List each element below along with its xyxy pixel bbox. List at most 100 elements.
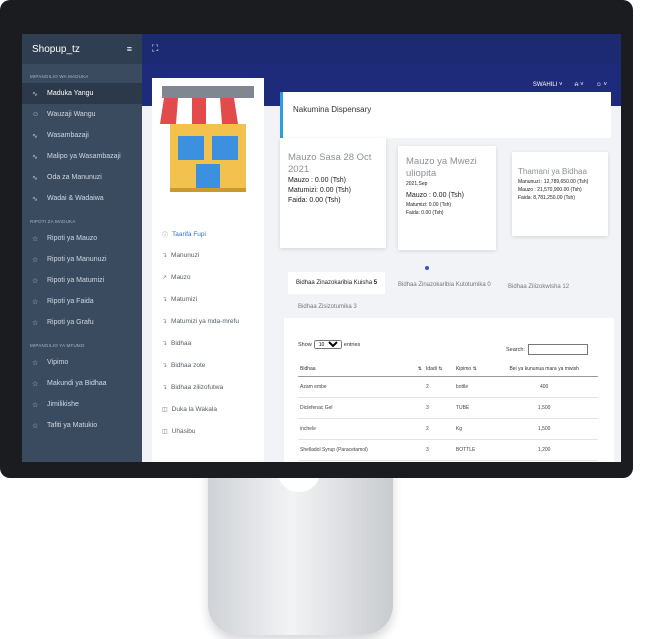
menu-label: Bidhaa zote	[171, 362, 206, 369]
entries-label: entries	[343, 341, 361, 348]
menu-mauzo[interactable]: ↗ Mauzo	[162, 274, 191, 281]
sidebar-item-label: Malipo ya Wasambazaji	[47, 153, 121, 160]
user-icon: ☺	[595, 82, 602, 88]
sidebar-item-makundi[interactable]: ☆ Makundi ya Bidhaa	[22, 373, 142, 394]
sidebar-item-label: Makundi ya Bidhaa	[47, 380, 107, 387]
shop-menu-panel: ⓘ Taarifa Fupi ↴ Manunuzi ↗ Mauzo ↴ Matumizi…	[152, 78, 264, 462]
sidebar-item-label: Ripoti ya Matumizi	[47, 277, 105, 284]
tab-karibia-kuisha[interactable]: Bidhaa Zinazokaribia Kuisha 5	[288, 272, 386, 294]
table-header-row: Bidhaa ⇅ Idadi ⇅ Kipimo ⇅ Bei ya kununua…	[298, 362, 598, 377]
star-icon: ☆	[32, 256, 39, 264]
carousel-indicator[interactable]	[425, 266, 429, 270]
sidebar-item-label: Ripoti ya Mauzo	[47, 235, 98, 242]
sidebar-item-malipo[interactable]: ∿ Malipo ya Wasambazaji	[22, 146, 142, 167]
tab-label: Bidhaa Zinazokaribia Kutotumika	[398, 282, 486, 288]
table-row[interactable]: inchele 2 Kg 1,500	[298, 418, 598, 440]
column-label: Bidhaa	[300, 366, 316, 372]
table-row[interactable]: Azam embe 2 bottle 400	[298, 376, 598, 398]
column-label: Bei ya kununua mara ya mwish	[509, 366, 579, 372]
menu-matumizi[interactable]: ↴ Matumizi	[162, 296, 197, 303]
tab-zisizotumika[interactable]: Bidhaa Zisizotumika 3	[298, 304, 357, 310]
brand-name: Shopup_tz	[32, 43, 80, 55]
sidebar-item-maduka-yangu[interactable]: ∿ Maduka Yangu	[22, 83, 142, 104]
cell-price: 1,200	[490, 439, 598, 461]
sidebar-item-vipimo[interactable]: ☆ Vipimo	[22, 352, 142, 373]
sidebar-item-ripoti-faida[interactable]: ☆ Ripoti ya Faida	[22, 291, 142, 312]
notification-dropdown[interactable]: ⍾ ˅	[575, 82, 584, 89]
tab-label: Bidhaa Zinazokaribia Kuisha	[296, 280, 373, 286]
entries-select[interactable]: 10	[313, 340, 342, 349]
card-stock-value: Thamani ya Bidhaa Manunuzi : 12,789,650.…	[512, 152, 608, 236]
users-icon: ☺	[32, 111, 40, 118]
screen: Shopup_tz ≡ MIPANGILIO WA MADUKA ∿ Maduka…	[22, 34, 621, 462]
sidebar-item-ripoti-manunuzi[interactable]: ☆ Ripoti ya Manunuzi	[22, 249, 142, 270]
card-title: Mauzo ya Mwezi uliopita	[406, 156, 477, 179]
sidebar-item-label: Jimilikishe	[47, 401, 79, 408]
sidebar-item-label: Wasambazaji	[47, 132, 89, 139]
language-label: SWAHILI	[532, 82, 558, 88]
cell-product: Azam embe	[298, 376, 424, 398]
cell-price: 1,500	[490, 418, 598, 440]
column-header[interactable]: Bei ya kununua mara ya mwish	[490, 362, 598, 377]
menu-matumizi-mrefu[interactable]: ↴ Matumizi ya mda-mrefu	[162, 318, 239, 325]
cell-product: inchele	[298, 418, 424, 440]
star-icon: ☆	[32, 359, 39, 367]
star-icon: ☆	[32, 380, 39, 388]
menu-manunuzi[interactable]: ↴ Manunuzi	[162, 252, 199, 259]
sidebar-section-title: MIPANGILIO YA MFUMO	[30, 343, 85, 348]
arrow-icon: ↴	[162, 319, 168, 325]
tab-kutotumika[interactable]: Bidhaa Zinazokaribia Kutotumika 0	[398, 282, 491, 288]
card-sales: Mauzo : 0.00 (Tsh)	[288, 177, 346, 184]
sidebar-item-ripoti-mauzo[interactable]: ☆ Ripoti ya Mauzo	[22, 228, 142, 249]
menu-uhasibu[interactable]: ◫ Uhasibu	[162, 428, 196, 435]
sidebar-item-ripoti-grafu[interactable]: ☆ Ripoti ya Grafu	[22, 312, 142, 333]
menu-bidhaa-zilizofutwa[interactable]: ↴ Bidhaa zilizofutwa	[162, 384, 223, 391]
sidebar-item-tafiti[interactable]: ☆ Tafiti ya Matukio	[22, 415, 142, 436]
arrow-icon: ↗	[162, 275, 168, 281]
sidebar-item-wauzaji[interactable]: ☺ Wauzaji Wangu	[22, 104, 142, 125]
arrow-icon: ↴	[162, 341, 168, 347]
menu-label: Duka la Wakala	[171, 406, 217, 413]
sidebar-item-jimilikishe[interactable]: ☆ Jimilikishe	[22, 394, 142, 415]
cell-unit: bottle	[453, 376, 491, 398]
info-icon: ⓘ	[162, 233, 169, 239]
shop-illustration	[160, 86, 256, 192]
tab-zilizokwisha[interactable]: Bidhaa Zilizokwisha 12	[508, 284, 569, 290]
activity-icon: ∿	[32, 174, 38, 182]
top-bar: ⛶	[142, 34, 621, 64]
products-table: Bidhaa ⇅ Idadi ⇅ Kipimo ⇅ Bei ya kununua…	[298, 362, 598, 461]
column-header[interactable]: Bidhaa ⇅	[298, 362, 424, 377]
menu-toggle-icon[interactable]: ≡	[127, 44, 132, 54]
entries-control: Show 10 entries	[298, 340, 360, 349]
cell-product: Shelladol Syrup (Paracetamol)	[298, 439, 424, 461]
sidebar-item-wadai[interactable]: ∿ Wadai & Wadaiwa	[22, 188, 142, 209]
user-dropdown[interactable]: ☺ ˅	[596, 82, 607, 88]
sidebar-item-ripoti-matumizi[interactable]: ☆ Ripoti ya Matumizi	[22, 270, 142, 291]
column-label: Idadi	[426, 366, 437, 372]
sidebar-header: Shopup_tz ≡	[22, 34, 142, 64]
search-input[interactable]	[527, 344, 588, 355]
column-header[interactable]: Idadi ⇅	[424, 362, 454, 377]
sidebar-item-label: Maduka Yangu	[47, 90, 94, 97]
cell-unit: TUBE	[453, 397, 491, 419]
menu-bidhaa-zote[interactable]: ↴ Bidhaa zote	[162, 362, 205, 369]
card-purchases: Manunuzi : 12,789,650.00 (Tsh)	[518, 179, 589, 185]
menu-label: Taarifa Fupi	[172, 231, 206, 238]
menu-duka-wakala[interactable]: ◫ Duka la Wakala	[162, 406, 217, 413]
column-header[interactable]: Kipimo ⇅	[453, 362, 491, 377]
table-row[interactable]: Diclefenac Gel 3 TUBE 1,500	[298, 397, 598, 419]
language-dropdown[interactable]: SWAHILI ˅	[533, 82, 563, 88]
sidebar-item-oda[interactable]: ∿ Oda za Manunuzi	[22, 167, 142, 188]
menu-taarifa-fupi[interactable]: ⓘ Taarifa Fupi	[162, 230, 206, 239]
sort-icon: ⇅	[472, 366, 477, 372]
card-sales: Mauzo : 0.00 (Tsh)	[406, 192, 464, 199]
fullscreen-icon[interactable]: ⛶	[152, 43, 158, 54]
cell-price: 400	[490, 376, 598, 398]
table-row[interactable]: Shelladol Syrup (Paracetamol) 3 BOTTLE 1…	[298, 439, 598, 461]
sidebar-item-label: Ripoti ya Manunuzi	[47, 256, 107, 263]
sidebar-item-wasambazaji[interactable]: ∿ Wasambazaji	[22, 125, 142, 146]
tab-label: Bidhaa Zilizokwisha	[508, 284, 561, 290]
search-label: Search:	[506, 346, 525, 353]
card-expenses: Matumizi: 0.00 (Tsh)	[288, 187, 352, 194]
menu-bidhaa[interactable]: ↴ Bidhaa	[162, 340, 191, 347]
